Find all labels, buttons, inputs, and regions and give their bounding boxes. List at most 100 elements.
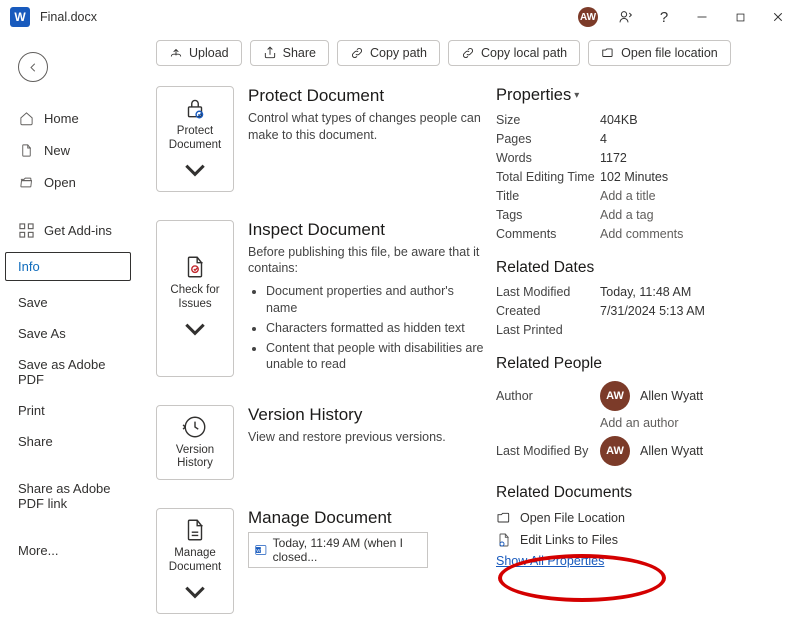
toolbar-label: Copy path — [370, 46, 427, 60]
inspect-bullet: Document properties and author's name — [266, 283, 486, 316]
bigbtn-label: Version History — [161, 444, 229, 472]
section-title: Protect Document — [248, 86, 486, 106]
related-people-heading: Related People — [496, 355, 792, 373]
check-for-issues-button[interactable]: Check for Issues — [156, 220, 234, 377]
folder-icon — [496, 510, 512, 526]
link-label: Show All Properties — [496, 554, 604, 568]
sidebar-label: Open — [44, 175, 76, 190]
sidebar-item-share[interactable]: Share — [0, 426, 136, 457]
sidebar-item-share-adobe[interactable]: Share as Adobe PDF link — [0, 473, 136, 519]
sidebar-item-open[interactable]: Open — [0, 166, 136, 198]
toolbar-label: Copy local path — [481, 46, 567, 60]
section-title: Version History — [248, 405, 486, 425]
show-all-properties-link[interactable]: Show All Properties — [496, 554, 792, 568]
inspect-bullet: Content that people with disabilities ar… — [266, 340, 486, 373]
prop-add-tag[interactable]: Add a tag — [600, 208, 654, 222]
upload-button[interactable]: Upload — [156, 40, 242, 66]
section-desc: Before publishing this file, be aware th… — [248, 244, 486, 278]
section-title: Manage Document — [248, 508, 486, 528]
sidebar-label: Home — [44, 111, 79, 126]
file-link-icon — [496, 532, 512, 548]
link-label: Open File Location — [520, 511, 625, 525]
protect-document-button[interactable]: Protect Document — [156, 86, 234, 192]
sidebar-label: Share — [18, 434, 53, 449]
maximize-button[interactable] — [730, 7, 750, 27]
sidebar-item-saveas[interactable]: Save As — [0, 318, 136, 349]
sidebar-label: New — [44, 143, 70, 158]
minimize-button[interactable] — [692, 7, 712, 27]
file-toolbar: Upload Share Copy path Copy local path O… — [156, 40, 792, 66]
open-icon — [18, 174, 34, 190]
bigbtn-label: Manage Document — [161, 547, 229, 575]
prop-label: Total Editing Time — [496, 170, 600, 184]
lastmod-label: Last Modified By — [496, 444, 600, 458]
author-avatar: AW — [600, 381, 630, 411]
sidebar-item-add-ins[interactable]: Get Add-ins — [0, 214, 136, 246]
word-doc-icon: W — [255, 543, 267, 557]
inspect-bullet: Characters formatted as hidden text — [266, 320, 486, 336]
sidebar-label: Save — [18, 295, 48, 310]
back-button[interactable] — [18, 52, 48, 82]
sidebar-item-more[interactable]: More... — [0, 535, 136, 566]
sidebar-label: More... — [18, 543, 58, 558]
edit-links-to-files[interactable]: Edit Links to Files — [496, 532, 792, 548]
prop-label: Title — [496, 189, 600, 203]
title-bar: W Final.docx AW ? — [0, 0, 800, 34]
sidebar-label: Save as Adobe PDF — [18, 357, 128, 387]
date-label: Created — [496, 304, 600, 318]
section-desc: Control what types of changes people can… — [248, 110, 486, 144]
dropdown-value: Today, 11:49 AM (when I closed... — [273, 536, 421, 564]
lastmod-avatar: AW — [600, 436, 630, 466]
manage-document-button[interactable]: Manage Document — [156, 508, 234, 614]
addins-icon — [18, 222, 34, 238]
sidebar-item-info[interactable]: Info — [5, 252, 131, 281]
share-button[interactable]: Share — [250, 40, 329, 66]
prop-label: Tags — [496, 208, 600, 222]
section-desc: View and restore previous versions. — [248, 429, 486, 446]
prop-value: 4 — [600, 132, 607, 146]
date-label: Last Printed — [496, 323, 600, 337]
sidebar-label: Info — [18, 259, 40, 274]
unsaved-versions-dropdown[interactable]: W Today, 11:49 AM (when I closed... — [248, 532, 428, 568]
sidebar-item-save-adobe[interactable]: Save as Adobe PDF — [0, 349, 136, 395]
inspect-bullets: Document properties and author's name Ch… — [248, 283, 486, 372]
prop-add-title[interactable]: Add a title — [600, 189, 656, 203]
mic-icon[interactable] — [616, 7, 636, 27]
sidebar-item-new[interactable]: New — [0, 134, 136, 166]
open-file-location-link[interactable]: Open File Location — [496, 510, 792, 526]
add-author-link[interactable]: Add an author — [600, 416, 679, 430]
close-button[interactable] — [768, 7, 788, 27]
author-name: Allen Wyatt — [640, 389, 703, 403]
chevron-down-icon — [182, 316, 208, 342]
prop-label: Comments — [496, 227, 600, 241]
help-icon[interactable]: ? — [654, 7, 674, 27]
copy-local-path-button[interactable]: Copy local path — [448, 40, 580, 66]
sidebar-label: Print — [18, 403, 45, 418]
toolbar-label: Share — [283, 46, 316, 60]
sidebar-item-home[interactable]: Home — [0, 102, 136, 134]
new-icon — [18, 142, 34, 158]
link-label: Edit Links to Files — [520, 533, 618, 547]
related-dates-heading: Related Dates — [496, 259, 792, 277]
version-history-button[interactable]: Version History — [156, 405, 234, 481]
open-file-location-button[interactable]: Open file location — [588, 40, 731, 66]
prop-add-comments[interactable]: Add comments — [600, 227, 683, 241]
date-value: Today, 11:48 AM — [600, 285, 691, 299]
sidebar-item-save[interactable]: Save — [0, 287, 136, 318]
prop-label: Size — [496, 113, 600, 127]
sidebar-item-print[interactable]: Print — [0, 395, 136, 426]
bigbtn-label: Protect Document — [161, 125, 229, 153]
chevron-down-icon — [182, 579, 208, 605]
prop-value: 1172 — [600, 151, 627, 165]
prop-label: Pages — [496, 132, 600, 146]
document-title: Final.docx — [40, 10, 97, 24]
bigbtn-label: Check for Issues — [161, 284, 229, 312]
prop-value: 404KB — [600, 113, 638, 127]
copy-path-button[interactable]: Copy path — [337, 40, 440, 66]
chevron-down-icon: ▾ — [574, 90, 579, 101]
lastmod-name: Allen Wyatt — [640, 444, 703, 458]
related-documents-heading: Related Documents — [496, 484, 792, 502]
chevron-down-icon — [182, 157, 208, 183]
properties-heading[interactable]: Properties ▾ — [496, 86, 792, 105]
account-avatar[interactable]: AW — [578, 7, 598, 27]
